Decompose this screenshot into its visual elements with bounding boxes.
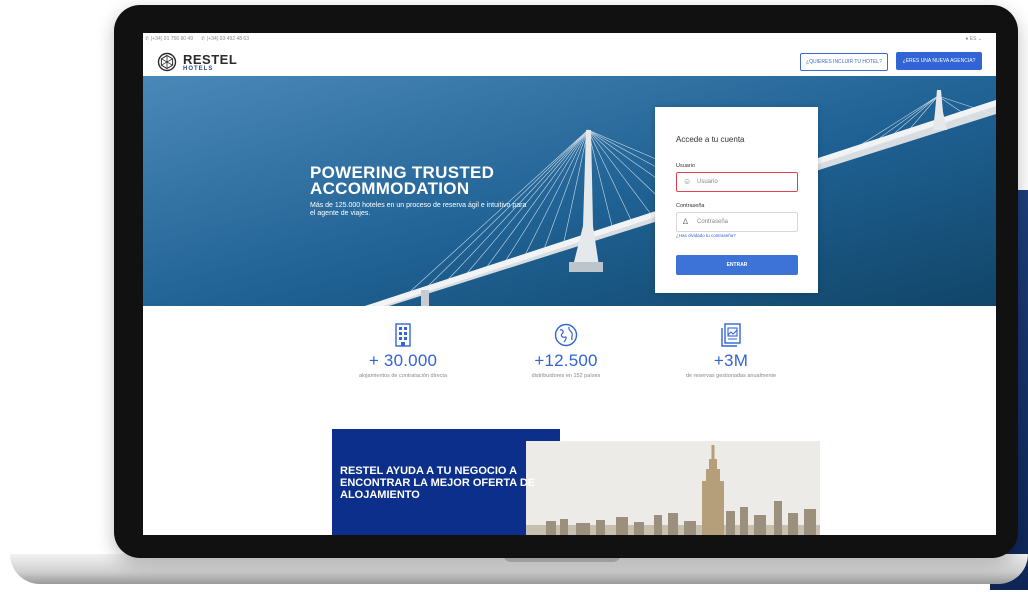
include-hotel-button[interactable]: ¿QUIERES INCLUIR TU HOTEL?: [800, 53, 888, 71]
phone-number-2[interactable]: ✆ (+34) 93 492 48 63: [201, 36, 249, 42]
building-icon: [395, 323, 411, 347]
password-label: Contraseña: [676, 203, 705, 209]
top-contact-bar: ✆ (+34) 91 756 90 49 ✆ (+34) 93 492 48 6…: [143, 33, 996, 45]
brand-name: RESTEL: [183, 51, 238, 67]
hero-subtitle: Más de 125.000 hoteles en un proceso de …: [310, 202, 527, 217]
username-input[interactable]: ☺ Usuario: [676, 172, 798, 192]
restel-logo[interactable]: RESTEL HOTELS: [157, 52, 237, 72]
stat-number: +3M: [713, 351, 749, 370]
login-card: Accede a tu cuenta Usuario ☺ Usuario Con…: [655, 107, 818, 293]
site-header: RESTEL HOTELS ¿QUIERES INCLUIR TU HOTEL?…: [143, 45, 996, 75]
website-screen: ✆ (+34) 91 756 90 49 ✆ (+34) 93 492 48 6…: [143, 33, 996, 535]
hero-banner: POWERING TRUSTED ACCOMMODATION Más de 12…: [143, 76, 996, 306]
laptop-base: [10, 554, 1028, 584]
stat-label: de reservas gestionadas anualmente: [685, 373, 777, 379]
bridge-image: [143, 76, 996, 306]
forgot-password-link[interactable]: ¿Has olvidado tu contraseña?: [676, 233, 736, 238]
login-submit-button[interactable]: ENTRAR: [676, 255, 798, 275]
user-label: Usuario: [676, 163, 695, 169]
logo-icon: [157, 52, 177, 72]
stat-label: distribuidores en 152 países: [531, 373, 601, 379]
stat-accommodations: + 30.000 alojamientos de contratación di…: [323, 323, 483, 379]
phone-number-1[interactable]: ✆ (+34) 91 756 90 49: [145, 36, 193, 42]
city-skyline-image: [526, 441, 820, 535]
stat-number: + 30.000: [368, 351, 438, 370]
globe-icon: [554, 323, 578, 347]
login-title: Accede a tu cuenta: [676, 135, 745, 144]
stat-label: alojamientos de contratación directa: [358, 373, 448, 379]
lock-icon: ∆: [683, 217, 688, 226]
hero-title: POWERING TRUSTED ACCOMMODATION: [310, 163, 495, 198]
language-selector[interactable]: ● ES ⌄: [965, 36, 982, 42]
skyline-svg: [526, 441, 820, 535]
stat-number: +12.500: [534, 351, 598, 370]
username-placeholder: Usuario: [697, 179, 718, 185]
password-input[interactable]: ∆ Contraseña: [676, 212, 798, 232]
stat-bookings: +3M de reservas gestionadas anualmente: [651, 323, 811, 379]
new-agency-button[interactable]: ¿ERES UNA NUEVA AGENCIA?: [896, 52, 982, 70]
password-placeholder: Contraseña: [697, 219, 729, 225]
promo-heading: RESTEL AYUDA A TU NEGOCIO A ENCONTRAR LA…: [340, 465, 536, 501]
stat-distributors: +12.500 distribuidores en 152 países: [486, 323, 646, 379]
bookings-icon: [721, 323, 741, 347]
user-icon: ☺: [683, 177, 692, 186]
